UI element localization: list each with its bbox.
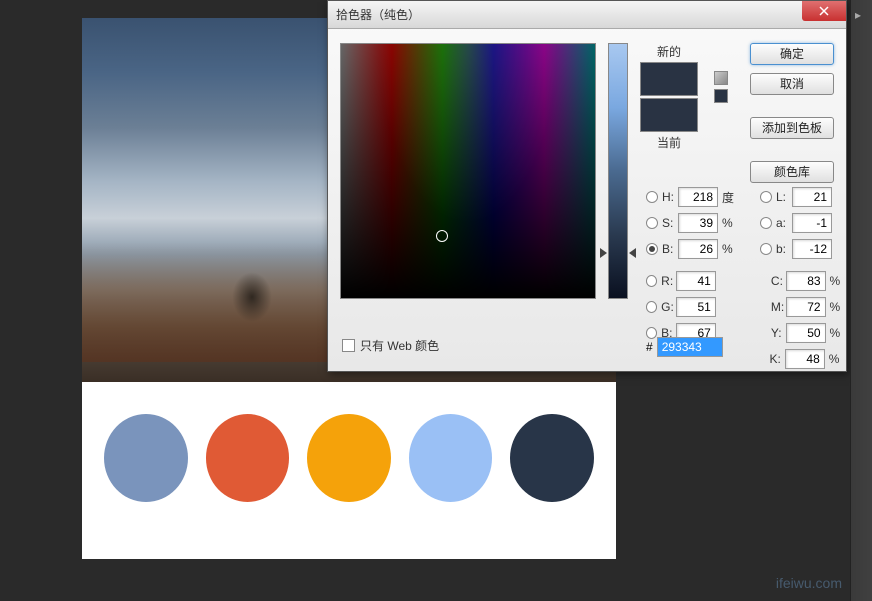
dialog-title: 拾色器（纯色） xyxy=(336,6,420,23)
color-picker-dialog: 拾色器（纯色） 新的 当前 确定 取消 添加到色板 颜色库 xyxy=(327,0,847,372)
hex-prefix: # xyxy=(646,340,653,354)
input-r[interactable] xyxy=(676,271,716,291)
radio-r[interactable] xyxy=(646,275,657,287)
radio-b[interactable] xyxy=(646,243,658,255)
hue-slider[interactable] xyxy=(608,43,628,299)
label-lab-b: b: xyxy=(776,242,792,256)
input-m[interactable] xyxy=(786,297,826,317)
radio-s[interactable] xyxy=(646,217,658,229)
current-color-label: 当前 xyxy=(657,134,681,151)
label-m: M: xyxy=(771,300,786,314)
label-l: L: xyxy=(776,190,792,204)
label-s: S: xyxy=(662,216,678,230)
close-button[interactable] xyxy=(802,1,846,21)
radio-l[interactable] xyxy=(760,191,772,203)
right-panel[interactable]: ▸ xyxy=(850,0,872,601)
web-only-checkbox[interactable] xyxy=(342,339,355,352)
panel-arrow-icon: ▸ xyxy=(855,8,861,22)
swatch-1 xyxy=(104,414,188,502)
new-color-label: 新的 xyxy=(657,43,681,60)
cancel-button[interactable]: 取消 xyxy=(750,73,834,95)
input-a[interactable] xyxy=(792,213,832,233)
input-y[interactable] xyxy=(786,323,826,343)
swatch-4 xyxy=(409,414,493,502)
web-only-label: 只有 Web 颜色 xyxy=(360,337,439,354)
label-c: C: xyxy=(771,274,786,288)
color-field[interactable] xyxy=(340,43,596,299)
dialog-titlebar[interactable]: 拾色器（纯色） xyxy=(328,1,846,29)
slider-arrow-left-icon xyxy=(600,248,607,258)
add-to-swatches-button[interactable]: 添加到色板 xyxy=(750,117,834,139)
swatch-2 xyxy=(206,414,290,502)
input-s[interactable] xyxy=(678,213,718,233)
input-bb[interactable] xyxy=(678,239,718,259)
swatch-row xyxy=(82,382,616,534)
label-k: K: xyxy=(769,352,784,366)
hex-input[interactable] xyxy=(657,337,723,357)
cube-icon[interactable] xyxy=(714,71,728,85)
label-y: Y: xyxy=(771,326,786,340)
input-h[interactable] xyxy=(678,187,718,207)
radio-a[interactable] xyxy=(760,217,772,229)
label-r: R: xyxy=(661,274,676,288)
new-color-swatch xyxy=(640,62,698,96)
input-c[interactable] xyxy=(786,271,826,291)
label-a: a: xyxy=(776,216,792,230)
label-bb: B: xyxy=(662,242,678,256)
input-l[interactable] xyxy=(792,187,832,207)
color-libraries-button[interactable]: 颜色库 xyxy=(750,161,834,183)
swatch-5 xyxy=(510,414,594,502)
nearest-web-icon[interactable] xyxy=(714,89,728,103)
unit-bb: % xyxy=(722,242,740,256)
input-lab-b[interactable] xyxy=(792,239,832,259)
radio-h[interactable] xyxy=(646,191,658,203)
unit-h: 度 xyxy=(722,189,740,206)
input-k[interactable] xyxy=(785,349,825,369)
current-color-swatch[interactable] xyxy=(640,98,698,132)
watermark: ifeiwu.com xyxy=(776,575,842,591)
input-g[interactable] xyxy=(676,297,716,317)
label-h: H: xyxy=(662,190,678,204)
radio-lab-b[interactable] xyxy=(760,243,772,255)
ok-button[interactable]: 确定 xyxy=(750,43,834,65)
picker-cursor-icon xyxy=(436,230,448,242)
swatch-3 xyxy=(307,414,391,502)
slider-arrow-right-icon xyxy=(629,248,636,258)
close-icon xyxy=(819,6,829,16)
unit-s: % xyxy=(722,216,740,230)
label-g: G: xyxy=(661,300,676,314)
radio-g[interactable] xyxy=(646,301,657,313)
